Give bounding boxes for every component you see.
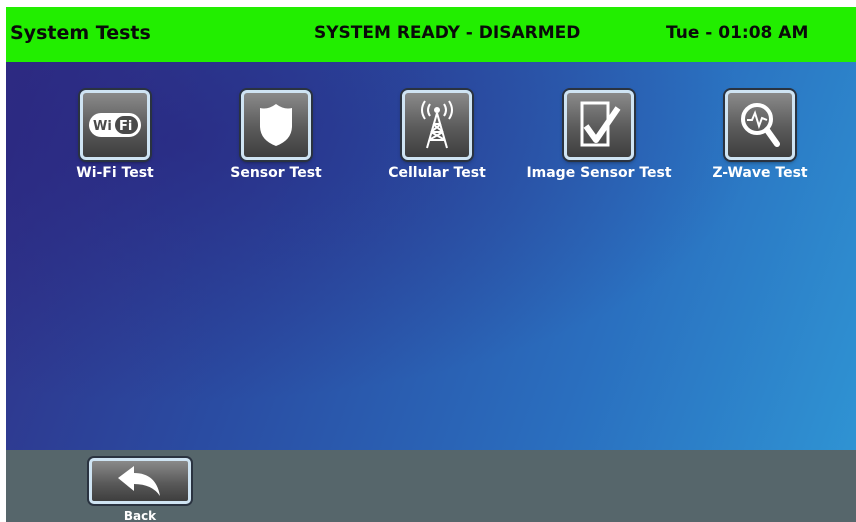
zwave-test-tile[interactable]: Z-Wave Test [680, 90, 840, 181]
app-frame: System Tests SYSTEM READY - DISARMED Tue… [6, 7, 856, 522]
wifi-icon: Wi Fi Wi Fi [89, 113, 141, 137]
back-label: Back [123, 509, 157, 522]
sensor-test-button[interactable] [241, 90, 311, 160]
zwave-test-button[interactable] [725, 90, 795, 160]
svg-text:Fi: Fi [119, 119, 132, 134]
wifi-test-label: Wi-Fi Test [76, 165, 154, 181]
cell-tower-icon [421, 100, 453, 149]
image-sensor-check-icon [580, 101, 621, 147]
svg-text:Wi: Wi [93, 119, 112, 134]
cellular-test-label: Cellular Test [388, 165, 486, 181]
image-sensor-test-label: Image Sensor Test [526, 165, 672, 181]
back-button[interactable] [89, 458, 191, 504]
zwave-test-label: Z-Wave Test [712, 165, 808, 181]
status-header: System Tests SYSTEM READY - DISARMED Tue… [6, 7, 856, 62]
cellular-test-button[interactable] [402, 90, 472, 160]
sensor-test-tile[interactable]: Sensor Test [196, 90, 356, 181]
tests-panel: Wi Fi Wi Fi Wi-Fi Test Sensor Test [6, 62, 856, 450]
cellular-test-tile[interactable]: Cellular Test [357, 90, 517, 181]
clock: Tue - 01:08 AM [666, 23, 809, 43]
page-title: System Tests [10, 22, 151, 44]
shield-icon [260, 104, 292, 146]
image-sensor-test-button[interactable] [564, 90, 634, 160]
magnifier-pulse-icon [741, 103, 780, 147]
footer-bar: Back [6, 450, 856, 522]
wifi-test-button[interactable]: Wi Fi Wi Fi [80, 90, 150, 160]
system-status: SYSTEM READY - DISARMED [314, 23, 581, 43]
back-arrow-icon [118, 466, 160, 496]
sensor-test-label: Sensor Test [230, 165, 322, 181]
wifi-test-tile[interactable]: Wi Fi Wi Fi Wi-Fi Test [35, 90, 195, 181]
image-sensor-test-tile[interactable]: Image Sensor Test [519, 90, 679, 181]
